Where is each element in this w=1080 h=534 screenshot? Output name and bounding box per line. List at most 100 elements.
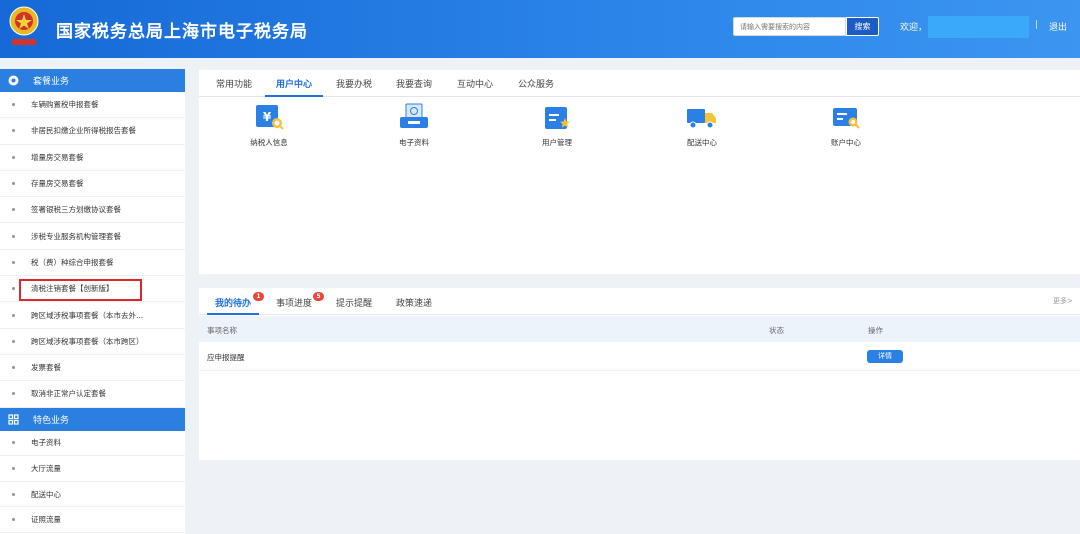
package-icon	[7, 75, 19, 87]
user-name-masked	[928, 16, 1029, 38]
column-header-name: 事项名称	[207, 326, 237, 335]
bullet-icon	[12, 182, 15, 186]
search-button[interactable]: 搜索	[846, 17, 879, 36]
header-separator: |	[1035, 20, 1039, 30]
tile-account-center[interactable]: 账户中心	[806, 102, 886, 148]
bullet-icon	[12, 339, 15, 343]
bullet-icon	[12, 155, 15, 159]
progress-count-badge: 5	[313, 292, 324, 301]
sidebar-item[interactable]: 取消非正常户认定套餐	[0, 381, 185, 408]
function-panel: 常用功能 用户中心 我要办税 我要查询 互动中心 公众服务 ¥ 纳税人信息 电子…	[199, 70, 1080, 274]
active-tab-indicator	[265, 95, 323, 97]
tab-interaction[interactable]: 互动中心	[457, 77, 493, 90]
sidebar-item[interactable]: 证照流量	[0, 507, 185, 533]
tab-my-todo[interactable]: 我的待办	[215, 296, 251, 309]
tile-taxpayer-info[interactable]: ¥ 纳税人信息	[229, 102, 309, 148]
search-input[interactable]	[733, 17, 846, 36]
sidebar-section-label: 套餐业务	[33, 77, 70, 87]
bullet-icon	[12, 129, 15, 133]
tab-query[interactable]: 我要查询	[396, 77, 432, 90]
electronic-data-icon	[400, 103, 428, 128]
sidebar-item[interactable]: 大厅流量	[0, 456, 185, 482]
column-header-action: 操作	[868, 326, 883, 335]
todo-tabs: 我的待办 1 事项进度 5 提示提醒 政策速递 更多>	[199, 288, 1080, 315]
sidebar-item[interactable]: 存量房交易套餐	[0, 171, 185, 198]
bullet-icon	[12, 366, 15, 370]
sidebar-item[interactable]: 增量房交易套餐	[0, 145, 185, 171]
sidebar-item-label: 增量房交易套餐	[31, 152, 84, 162]
tile-label: 纳税人信息	[250, 138, 288, 147]
more-link[interactable]: 更多>	[1053, 296, 1073, 306]
tile-label: 用户管理	[542, 138, 572, 147]
detail-button[interactable]: 详情	[867, 350, 903, 363]
taxpayer-info-icon: ¥	[256, 105, 284, 130]
bullet-icon	[12, 208, 15, 212]
tab-policy-express[interactable]: 政策速递	[396, 296, 432, 309]
tile-electronic-data[interactable]: 电子资料	[374, 102, 454, 148]
tile-label: 配送中心	[687, 138, 717, 147]
welcome-text: 欢迎，	[900, 23, 928, 33]
bullet-icon	[12, 441, 15, 445]
sidebar-item[interactable]: 电子资料	[0, 431, 185, 457]
sidebar-item-label: 发票套餐	[31, 363, 61, 373]
sidebar-item[interactable]: 配送中心	[0, 482, 185, 508]
tile-label: 账户中心	[831, 138, 861, 147]
sidebar-item[interactable]: 税（费）种综合申报套餐	[0, 250, 185, 277]
sidebar-item-label: 跨区域涉税事项套餐（本市跨区）	[31, 336, 144, 346]
bullet-icon	[12, 313, 15, 317]
tab-public-service[interactable]: 公众服务	[518, 77, 554, 90]
active-tab-indicator	[207, 313, 259, 315]
sidebar-item-label: 电子资料	[31, 438, 61, 448]
sidebar-item[interactable]: 车辆购置税申报套餐	[0, 92, 185, 119]
account-center-icon	[833, 108, 860, 129]
sidebar-item[interactable]: 发票套餐	[0, 355, 185, 382]
sidebar-item[interactable]: 跨区域涉税事项套餐（本市跨区）	[0, 329, 185, 355]
sidebar-item[interactable]: 签署银税三方划缴协议套餐	[0, 197, 185, 224]
sidebar-item[interactable]: 涉税专业服务机构管理套餐	[0, 223, 185, 250]
sidebar: 套餐业务 车辆购置税申报套餐 非居民扣缴企业所得税报告套餐 增量房交易套餐 存量…	[0, 69, 185, 534]
svg-text:¥: ¥	[263, 110, 272, 124]
grid-icon	[7, 413, 19, 425]
sidebar-item-label: 非居民扣缴企业所得税报告套餐	[31, 126, 136, 136]
tile-delivery-center[interactable]: 配送中心	[662, 102, 742, 148]
sidebar-item-label: 税（费）种综合申报套餐	[31, 257, 114, 267]
bullet-icon	[12, 260, 15, 264]
sidebar-item[interactable]: 非居民扣缴企业所得税报告套餐	[0, 118, 185, 145]
tab-tax-handling[interactable]: 我要办税	[336, 77, 372, 90]
highlight-box	[19, 279, 142, 302]
sidebar-item-label: 证照流量	[31, 515, 61, 525]
user-management-icon	[545, 107, 570, 129]
tile-user-management[interactable]: 用户管理	[517, 102, 597, 148]
tab-progress[interactable]: 事项进度	[276, 296, 312, 309]
sidebar-section-featured[interactable]: 特色业务	[0, 407, 185, 431]
sidebar-item-label: 车辆购置税申报套餐	[31, 100, 99, 110]
bullet-icon	[12, 392, 15, 396]
bullet-icon	[12, 492, 15, 496]
bullet-icon	[12, 518, 15, 522]
bullet-icon	[12, 103, 15, 107]
top-header: 国家税务总局上海市电子税务局 搜索 欢迎， | 退出	[0, 0, 1080, 58]
sidebar-section-label: 特色业务	[33, 415, 70, 426]
bullet-icon	[12, 466, 15, 470]
tax-emblem-logo	[9, 6, 39, 45]
column-header-status: 状态	[769, 326, 784, 335]
delivery-truck-icon	[687, 109, 716, 129]
tab-reminders[interactable]: 提示提醒	[336, 296, 372, 309]
sidebar-section-package[interactable]: 套餐业务	[0, 69, 185, 92]
logout-link[interactable]: 退出	[1049, 20, 1067, 33]
sidebar-item-label: 存量房交易套餐	[31, 179, 84, 189]
table-row: 应申报提醒 详情	[199, 343, 1080, 371]
sidebar-item[interactable]: 跨区域涉税事项套餐（本市去外...	[0, 302, 185, 329]
todo-panel: 我的待办 1 事项进度 5 提示提醒 政策速递 更多> 事项名称 状态 操作 应…	[199, 288, 1080, 460]
sidebar-item-label: 涉税专业服务机构管理套餐	[31, 231, 121, 241]
tab-user-center[interactable]: 用户中心	[276, 77, 312, 90]
sidebar-item-tax-deregistration[interactable]: 清税注销套餐【创新版】	[0, 276, 185, 303]
sidebar-item-label: 大厅流量	[31, 463, 61, 473]
tile-label: 电子资料	[399, 138, 429, 147]
sidebar-item-label: 跨区域涉税事项套餐（本市去外...	[31, 310, 144, 320]
sidebar-item-label: 签署银税三方划缴协议套餐	[31, 205, 121, 215]
tab-common[interactable]: 常用功能	[216, 77, 252, 90]
bullet-icon	[12, 234, 15, 238]
todo-count-badge: 1	[253, 292, 264, 301]
todo-item-name: 应申报提醒	[207, 353, 245, 362]
